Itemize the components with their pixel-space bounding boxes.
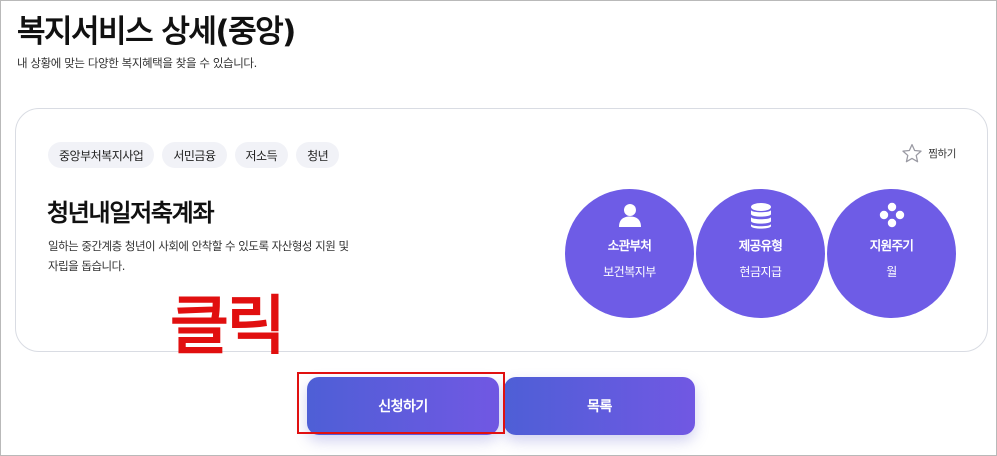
service-card: 중앙부처복지사업 서민금융 저소득 청년 찜하기 청년내일저축계좌 일하는 중간… (15, 108, 988, 352)
coin-stack-icon (749, 202, 773, 234)
tag-chip[interactable]: 중앙부처복지사업 (48, 142, 155, 168)
service-title: 청년내일저축계좌 (47, 199, 215, 227)
info-label: 지원주기 (869, 238, 914, 253)
tag-list: 중앙부처복지사업 서민금융 저소득 청년 (48, 142, 340, 168)
info-value: 보건복지부 (603, 265, 656, 279)
click-annotation: 클릭 (170, 290, 286, 364)
page-subtitle: 내 상황에 맞는 다양한 복지혜택을 찾을 수 있습니다. (17, 56, 257, 70)
info-label: 소관부처 (607, 238, 652, 253)
info-circle-provision-type: 제공유형 현금지급 (696, 189, 825, 318)
service-description: 일하는 중간계층 청년이 사회에 안착할 수 있도록 자산형성 지원 및 자립을… (48, 239, 349, 273)
favorite-button[interactable]: 찜하기 (901, 143, 956, 164)
star-icon (901, 143, 923, 164)
highlight-box (297, 372, 505, 434)
info-label: 제공유형 (738, 238, 783, 253)
tag-chip[interactable]: 서민금융 (162, 142, 227, 168)
info-circle-support-cycle: 지원주기 월 (827, 189, 956, 318)
tag-chip[interactable]: 저소득 (234, 142, 289, 168)
diamond-dots-icon (879, 202, 905, 232)
page-title: 복지서비스 상세(중앙) (17, 14, 296, 50)
tag-chip[interactable]: 청년 (296, 142, 340, 168)
info-circle-department: 소관부처 보건복지부 (565, 189, 694, 318)
info-value: 현금지급 (739, 265, 782, 279)
person-icon (617, 202, 643, 232)
info-value: 월 (886, 265, 897, 279)
list-button[interactable]: 목록 (504, 377, 695, 435)
favorite-label: 찜하기 (928, 148, 956, 160)
